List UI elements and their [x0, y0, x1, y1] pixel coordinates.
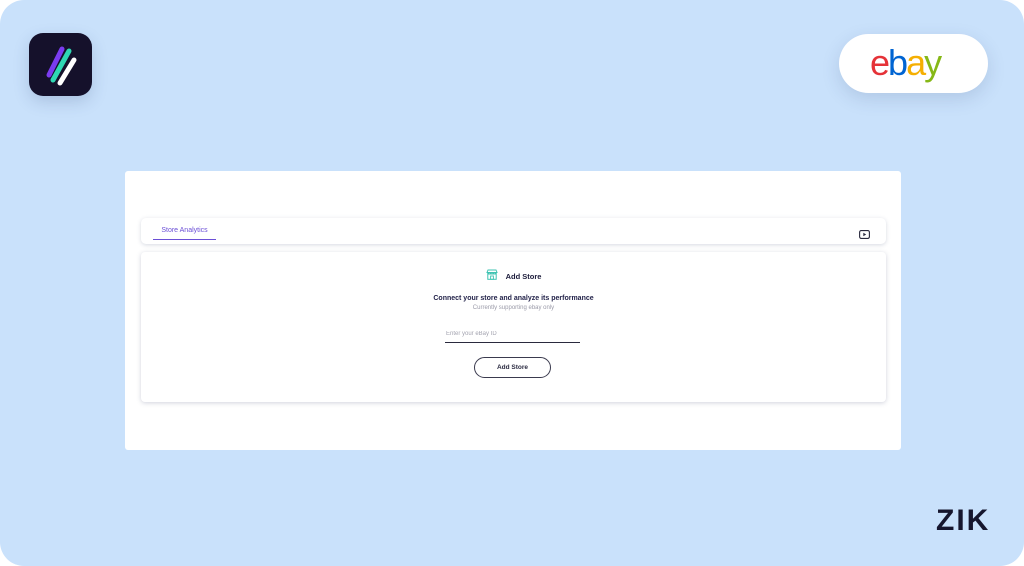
- add-store-description: Connect your store and analyze its perfo…: [433, 295, 594, 302]
- company-mark: ZIK: [936, 504, 991, 537]
- canvas-background: ebay ZIK Store Analytics Add Store Conne…: [0, 0, 1024, 566]
- add-store-title: Add Store: [505, 271, 542, 281]
- ebay-id-input[interactable]: [445, 329, 580, 343]
- ebay-logo-letter-y: y: [924, 42, 942, 83]
- play-video-icon[interactable]: [859, 226, 870, 239]
- svg-text:ebay: ebay: [870, 42, 942, 83]
- ebay-logo-badge: ebay: [839, 34, 988, 93]
- add-store-panel: Add Store Connect your store and analyze…: [141, 252, 886, 402]
- add-store-header: Add Store: [141, 269, 886, 283]
- ebay-logo: ebay: [870, 42, 944, 83]
- add-store-subtitle: Currently supporting ebay only: [472, 305, 555, 311]
- add-store-button[interactable]: Add Store: [474, 357, 551, 378]
- tab-store-analytics[interactable]: Store Analytics: [153, 218, 216, 240]
- ebay-logo-letter-b: b: [888, 42, 907, 83]
- app-logo: [29, 33, 92, 96]
- store-analytics-card: Store Analytics Add Store Connect your s…: [125, 171, 901, 450]
- ebay-logo-letter-e: e: [870, 42, 889, 83]
- store-icon: [485, 267, 498, 285]
- diagonal-stripes-logo-icon: [46, 46, 77, 86]
- tab-bar: Store Analytics: [141, 218, 886, 244]
